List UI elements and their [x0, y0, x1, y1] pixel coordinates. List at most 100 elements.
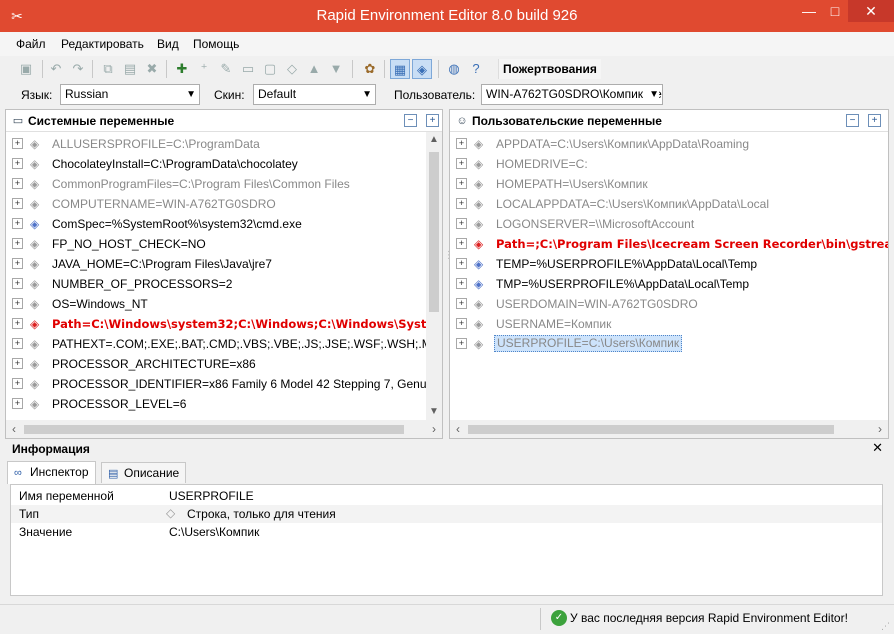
- tag-icon: ◈: [30, 157, 40, 171]
- variable-text: PROCESSOR_IDENTIFIER=x86 Family 6 Model …: [52, 377, 442, 391]
- expand-icon[interactable]: +: [12, 138, 23, 149]
- language-label: Язык:: [21, 88, 53, 102]
- expand-icon[interactable]: +: [456, 298, 467, 309]
- user-horizontal-scrollbar[interactable]: ‹ ›: [450, 420, 888, 438]
- save-icon[interactable]: ▣: [16, 59, 36, 79]
- expand-icon[interactable]: +: [456, 258, 467, 269]
- menu-file[interactable]: Файл: [16, 37, 46, 51]
- scroll-down-icon[interactable]: ▼: [426, 404, 442, 420]
- maximize-button[interactable]: □: [822, 0, 848, 22]
- close-window-button[interactable]: ✕: [848, 0, 894, 22]
- expand-icon[interactable]: +: [456, 198, 467, 209]
- collapse-all-button[interactable]: −: [404, 114, 417, 127]
- expand-all-button[interactable]: +: [426, 114, 439, 127]
- skin-select[interactable]: Default ▼: [253, 84, 376, 105]
- hscroll-thumb[interactable]: [24, 425, 404, 434]
- add-variable-icon[interactable]: ✚: [172, 59, 192, 79]
- expand-icon[interactable]: +: [456, 138, 467, 149]
- expand-icon[interactable]: +: [456, 278, 467, 289]
- variable-text: COMPUTERNAME=WIN-A762TG0SDRO: [52, 197, 276, 211]
- expand-icon[interactable]: +: [12, 298, 23, 309]
- tag-toggle-icon[interactable]: ◈: [412, 59, 432, 79]
- expand-icon[interactable]: +: [12, 278, 23, 289]
- collapse-all-button[interactable]: −: [846, 114, 859, 127]
- expand-icon[interactable]: +: [12, 198, 23, 209]
- panel-splitter[interactable]: ⋮: [444, 250, 454, 280]
- tag-icon: ◈: [474, 277, 484, 291]
- tag-icon[interactable]: ◇: [282, 59, 302, 79]
- inspector-properties: Имя переменной USERPROFILE Тип ◇ Строка,…: [10, 484, 883, 596]
- minimize-button[interactable]: —: [796, 0, 822, 22]
- tag-icon: ◈: [30, 177, 40, 191]
- variable-text: Path=;C:\Program Files\Icecream Screen R…: [496, 237, 888, 251]
- donate-button[interactable]: Пожертвования: [498, 59, 601, 79]
- paste-icon[interactable]: ▤: [120, 59, 140, 79]
- scroll-right-icon[interactable]: ›: [872, 420, 888, 438]
- insert-folder-icon[interactable]: ▢: [260, 59, 280, 79]
- expand-icon[interactable]: +: [12, 318, 23, 329]
- variable-text: PROCESSOR_ARCHITECTURE=x86: [52, 357, 256, 371]
- expand-icon[interactable]: +: [12, 158, 23, 169]
- system-horizontal-scrollbar[interactable]: ‹ ›: [6, 420, 442, 438]
- edit-icon[interactable]: ✎: [216, 59, 236, 79]
- variable-text: PROCESSOR_LEVEL=6: [52, 397, 187, 411]
- menu-view[interactable]: Вид: [157, 37, 179, 51]
- expand-icon[interactable]: +: [456, 338, 467, 349]
- help-icon[interactable]: ?: [466, 59, 486, 79]
- update-globe-icon[interactable]: ◍: [444, 59, 464, 79]
- expand-icon[interactable]: +: [12, 378, 23, 389]
- skin-value: Default: [258, 87, 297, 101]
- delete-icon[interactable]: ✖: [142, 59, 162, 79]
- tag-icon: ◈: [474, 197, 484, 211]
- tab-description[interactable]: ▤ Описание: [101, 462, 187, 483]
- settings-gear-icon[interactable]: ✿: [360, 59, 380, 79]
- user-panel-title: Пользовательские переменные: [472, 114, 662, 128]
- expand-icon[interactable]: +: [456, 318, 467, 329]
- variable-text: Path=C:\Windows\system32;C:\Windows;C:\W…: [52, 317, 442, 331]
- expand-icon[interactable]: +: [12, 238, 23, 249]
- expand-icon[interactable]: +: [12, 218, 23, 229]
- scroll-left-icon[interactable]: ‹: [450, 420, 466, 438]
- tag-icon: ◈: [30, 217, 40, 231]
- inspector-toggle-icon[interactable]: ▦: [390, 59, 410, 79]
- tag-icon: ◈: [474, 217, 484, 231]
- variable-text: TMP=%USERPROFILE%\AppData\Local\Temp: [496, 277, 750, 291]
- hscroll-thumb[interactable]: [468, 425, 834, 434]
- user-value: WIN-A762TG0SDRO\Компик [те: [486, 87, 662, 101]
- scroll-thumb[interactable]: [429, 152, 439, 312]
- scroll-left-icon[interactable]: ‹: [6, 420, 22, 438]
- menu-help[interactable]: Помощь: [193, 37, 239, 51]
- move-down-icon[interactable]: ▼: [326, 59, 346, 79]
- scroll-up-icon[interactable]: ▲: [426, 132, 442, 148]
- expand-icon[interactable]: +: [456, 178, 467, 189]
- expand-icon[interactable]: +: [456, 218, 467, 229]
- menu-edit[interactable]: Редактировать: [61, 37, 144, 51]
- user-variables-list: + ◈ APPDATA=C:\Users\Компик\AppData\Roamin…: [450, 134, 888, 420]
- user-select[interactable]: WIN-A762TG0SDRO\Компик [те ▼: [481, 84, 663, 105]
- expand-icon[interactable]: +: [456, 238, 467, 249]
- expand-icon[interactable]: +: [12, 258, 23, 269]
- expand-all-button[interactable]: +: [868, 114, 881, 127]
- language-select[interactable]: Russian ▼: [60, 84, 200, 105]
- tag-icon: ◈: [30, 337, 40, 351]
- system-variables-panel: ▭ Системные переменные − + + ◈ ALLUSERSPRO…: [5, 109, 443, 439]
- add-value-icon[interactable]: ⁺: [194, 59, 214, 79]
- info-close-button[interactable]: ✕: [872, 440, 883, 456]
- redo-icon[interactable]: ↷: [68, 59, 88, 79]
- expand-icon[interactable]: +: [12, 338, 23, 349]
- tab-inspector[interactable]: ∞ Инспектор: [7, 461, 96, 484]
- undo-icon[interactable]: ↶: [46, 59, 66, 79]
- tag-icon: ◈: [30, 397, 40, 411]
- resize-grip-icon[interactable]: ⋰: [881, 621, 890, 632]
- expand-icon[interactable]: +: [456, 158, 467, 169]
- expand-icon[interactable]: +: [12, 398, 23, 409]
- variable-text: FP_NO_HOST_CHECK=NO: [52, 237, 206, 251]
- move-up-icon[interactable]: ▲: [304, 59, 324, 79]
- scroll-right-icon[interactable]: ›: [426, 420, 442, 438]
- variable-text: USERPROFILE=C:\Users\Компик: [494, 335, 683, 352]
- copy-icon[interactable]: ⧉: [98, 59, 118, 79]
- insert-path-icon[interactable]: ▭: [238, 59, 258, 79]
- system-vertical-scrollbar[interactable]: ▲ ▼: [426, 132, 442, 420]
- expand-icon[interactable]: +: [12, 178, 23, 189]
- expand-icon[interactable]: +: [12, 358, 23, 369]
